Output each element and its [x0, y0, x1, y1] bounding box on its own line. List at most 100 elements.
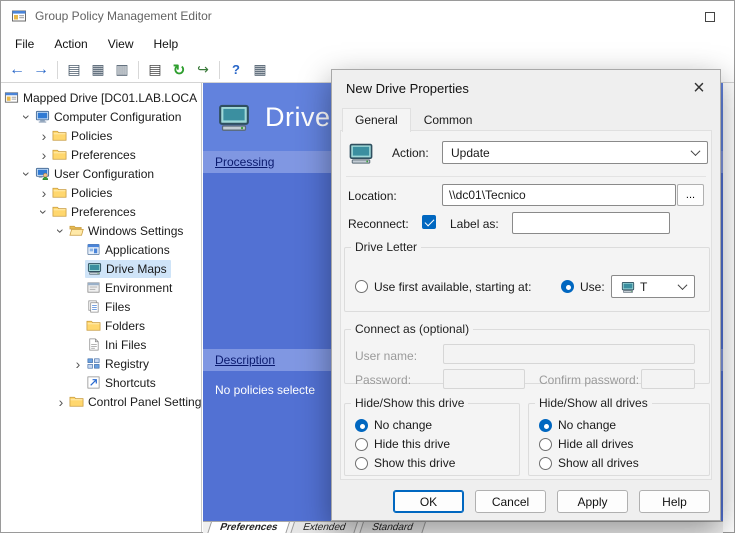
radio-label: Show this drive	[374, 456, 455, 470]
user-icon	[34, 166, 50, 182]
tree-item-policies[interactable]: › Policies	[1, 183, 201, 202]
tree-item-preferences[interactable]: › Preferences	[1, 202, 201, 221]
hide-this-drive-show-this-drive[interactable]: Show this drive	[355, 456, 519, 470]
export-icon[interactable]: ↪	[192, 59, 214, 81]
app-icon	[85, 242, 101, 258]
tree-item-folders[interactable]: Folders	[1, 316, 201, 335]
hide-all-drives-show-all-drives[interactable]: Show all drives	[539, 456, 709, 470]
expand-icon[interactable]: ›	[37, 129, 51, 143]
action-select[interactable]: Update	[442, 141, 708, 164]
drive-letter-group: Drive Letter Use first available, starti…	[344, 240, 710, 312]
connect-as-group: Connect as (optional) User name: Passwor…	[344, 322, 710, 384]
console-window-icon[interactable]: ▦	[87, 59, 109, 81]
radio-icon	[539, 419, 552, 432]
tree-item-mapped-drive-dc01-lab-loca[interactable]: Mapped Drive [DC01.LAB.LOCA	[1, 88, 201, 107]
collapse-icon[interactable]: ›	[37, 205, 51, 219]
hide-all-drives-no-change[interactable]: No change	[539, 418, 709, 432]
bottom-tab-preferences[interactable]: Preferences	[207, 522, 290, 533]
use-first-available-radio[interactable]	[355, 280, 368, 293]
help-icon[interactable]: ?	[225, 59, 247, 81]
tree-item-drive-maps[interactable]: Drive Maps	[1, 259, 201, 278]
tree-item-environment[interactable]: Environment	[1, 278, 201, 297]
close-button[interactable]: ×	[686, 75, 712, 101]
reconnect-checkbox[interactable]	[422, 215, 436, 229]
tree-item-label: Applications	[105, 243, 170, 257]
drive-icon	[86, 261, 102, 277]
cancel-button[interactable]: Cancel	[475, 490, 546, 513]
tree-item-files[interactable]: Files	[1, 297, 201, 316]
forward-icon[interactable]: →	[30, 59, 52, 81]
app-icon	[11, 8, 27, 24]
tree-item-control-panel-setting[interactable]: ›Control Panel Setting	[1, 392, 201, 411]
maximize-button[interactable]	[698, 8, 722, 26]
bottom-tab-extended[interactable]: Extended	[290, 522, 358, 533]
user-name-label: User name:	[355, 349, 417, 363]
collapse-icon[interactable]: ›	[20, 167, 34, 181]
view-menu-icon[interactable]: ▦	[249, 59, 271, 81]
tree-item-label: Preferences	[71, 205, 136, 219]
show-console-tree-icon[interactable]: ▤	[63, 59, 85, 81]
tree-item-preferences[interactable]: ›Preferences	[1, 145, 201, 164]
print-icon[interactable]: ▤	[144, 59, 166, 81]
menu-help[interactable]: Help	[144, 33, 189, 55]
folder-icon	[51, 147, 67, 163]
tree-item-policies[interactable]: ›Policies	[1, 126, 201, 145]
tree-item-label: Ini Files	[105, 338, 146, 352]
tree-item-label: Drive Maps	[106, 262, 167, 276]
tree-item-label: Policies	[71, 186, 112, 200]
drive-letter-legend: Drive Letter	[351, 240, 421, 254]
tree-item-label: Registry	[105, 357, 149, 371]
hide-this-drive-no-change[interactable]: No change	[355, 418, 519, 432]
drive-letter-select[interactable]: T	[611, 275, 695, 298]
tree-item-windows-settings[interactable]: ›Windows Settings	[1, 221, 201, 240]
clipboard-icon[interactable]: ▥	[111, 59, 133, 81]
tree-item-applications[interactable]: Applications	[1, 240, 201, 259]
bottom-tabs: PreferencesExtendedStandard	[203, 521, 723, 533]
bottom-tab-standard[interactable]: Standard	[359, 522, 425, 533]
action-label: Action:	[392, 146, 429, 160]
hide-all-drives-hide-all-drives[interactable]: Hide all drives	[539, 437, 709, 451]
toolbar-separator	[219, 61, 220, 79]
tree-item-user-configuration[interactable]: › User Configuration	[1, 164, 201, 183]
radio-label: Hide all drives	[558, 437, 633, 451]
ok-button[interactable]: OK	[393, 490, 464, 513]
hide-show-this-drive-legend: Hide/Show this drive	[351, 396, 468, 410]
folder-icon	[51, 204, 67, 220]
menu-view[interactable]: View	[98, 33, 144, 55]
expand-icon[interactable]: ›	[37, 148, 51, 162]
tree-item-label: Files	[105, 300, 130, 314]
location-input[interactable]: \\dc01\Tecnico	[442, 184, 676, 206]
password-input	[443, 369, 525, 389]
tree-item-registry[interactable]: › Registry	[1, 354, 201, 373]
expand-icon[interactable]: ›	[71, 357, 85, 371]
collapse-icon[interactable]: ›	[54, 224, 68, 238]
label-as-input[interactable]	[512, 212, 670, 234]
apply-button[interactable]: Apply	[557, 490, 628, 513]
menu-file[interactable]: File	[5, 33, 44, 55]
back-icon[interactable]: ←	[6, 59, 28, 81]
tree-item-shortcuts[interactable]: Shortcuts	[1, 373, 201, 392]
chevron-down-icon	[691, 146, 701, 156]
radio-icon	[355, 419, 368, 432]
tab-general[interactable]: General	[342, 108, 411, 132]
use-radio[interactable]	[561, 280, 574, 293]
refresh-icon[interactable]: ↻	[168, 59, 190, 81]
files-icon	[85, 299, 101, 315]
collapse-icon[interactable]: ›	[20, 110, 34, 124]
console-icon	[3, 90, 19, 106]
tree-item-label: User Configuration	[54, 167, 154, 181]
computer-icon	[34, 109, 50, 125]
tab-common[interactable]: Common	[411, 108, 486, 132]
expand-icon[interactable]: ›	[37, 186, 51, 200]
radio-icon	[355, 438, 368, 451]
hide-this-drive-hide-this-drive[interactable]: Hide this drive	[355, 437, 519, 451]
menu-action[interactable]: Action	[44, 33, 97, 55]
tree-item-ini-files[interactable]: Ini Files	[1, 335, 201, 354]
browse-button[interactable]: ...	[677, 184, 704, 206]
window-title: Group Policy Management Editor	[35, 9, 212, 23]
expand-icon[interactable]: ›	[54, 395, 68, 409]
tree-item-computer-configuration[interactable]: ›Computer Configuration	[1, 107, 201, 126]
gpme-window: Group Policy Management Editor FileActio…	[0, 0, 735, 533]
help-button[interactable]: Help	[639, 490, 710, 513]
maximize-icon	[705, 12, 715, 22]
